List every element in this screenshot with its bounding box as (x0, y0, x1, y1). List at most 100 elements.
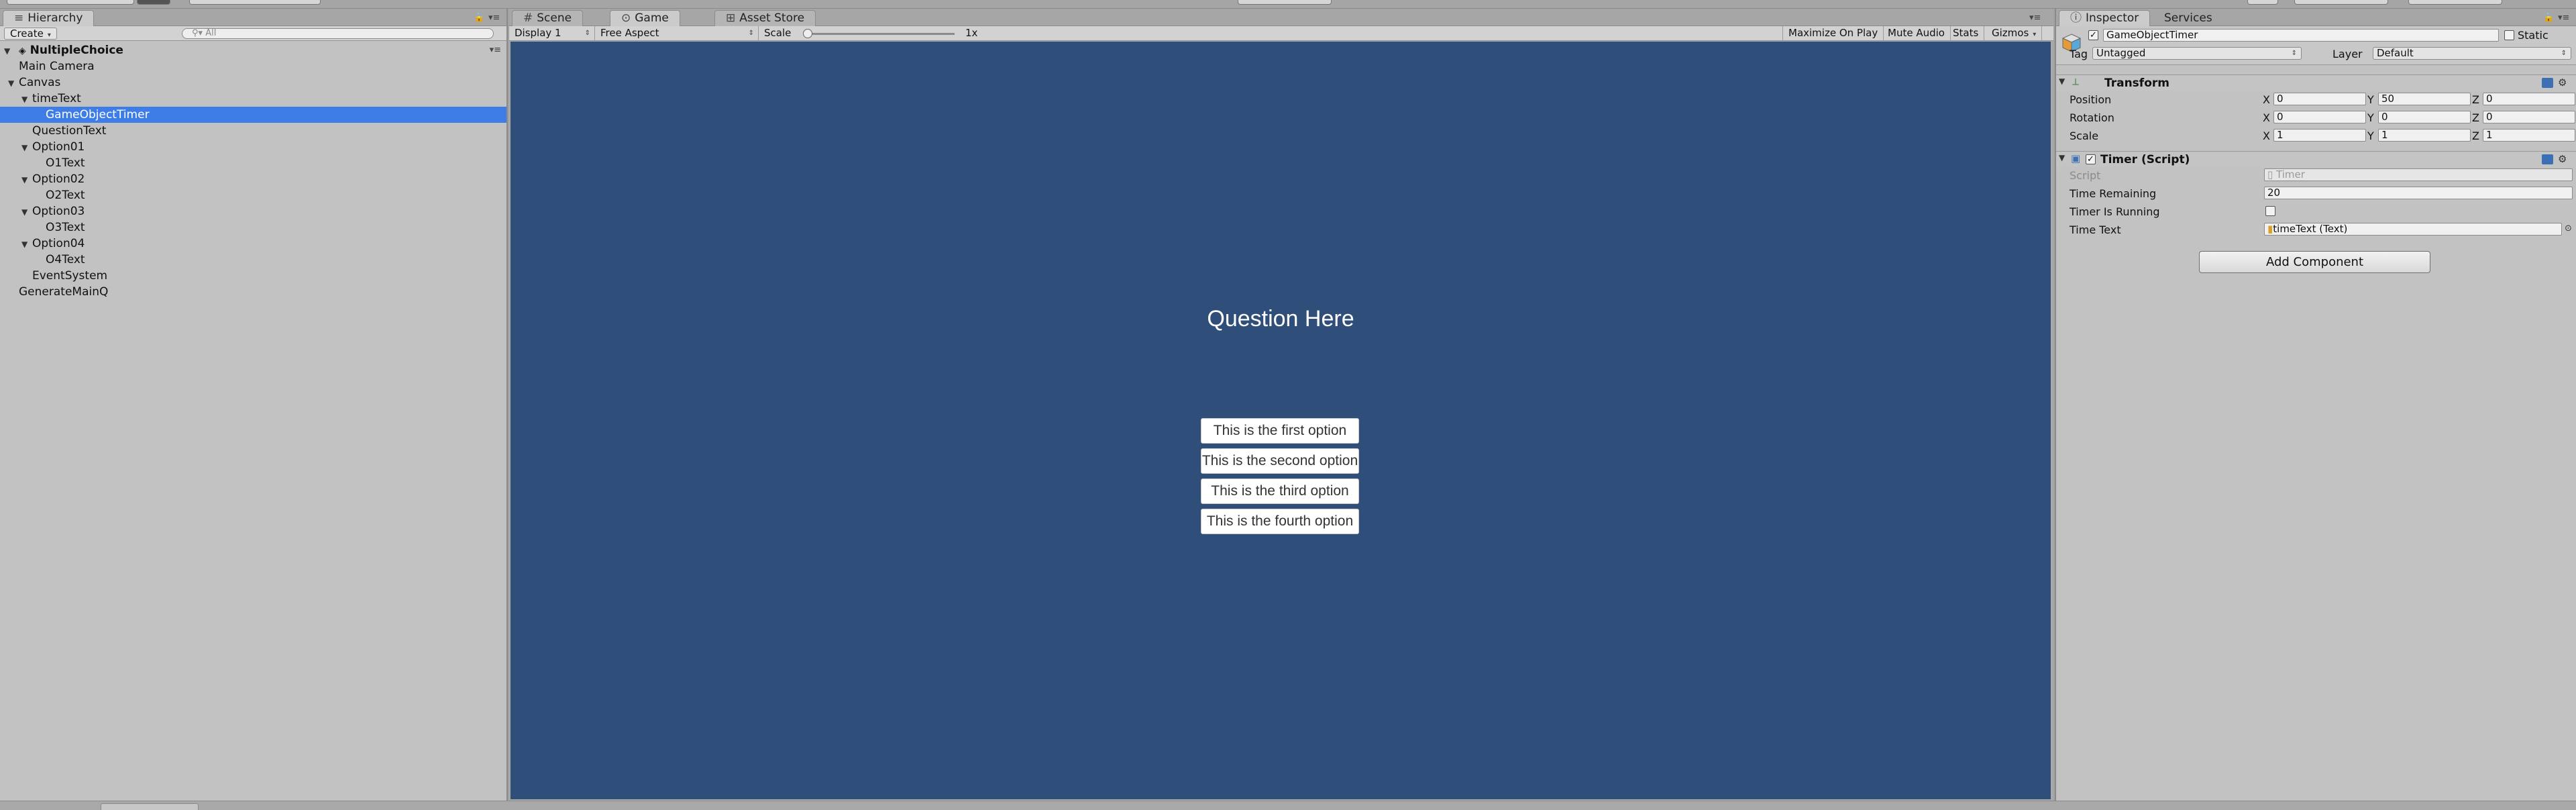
tab-game[interactable]: ⊙ Game (610, 10, 680, 26)
scene-menu-icon[interactable]: ▾≡ (490, 42, 501, 58)
transform-title: Transform (2104, 77, 2169, 90)
script-file-icon: ▯ (2267, 168, 2277, 181)
gear-icon[interactable]: ⚙ (2558, 153, 2567, 165)
transform-header[interactable]: ▼ ⟂ Transform ⚙ (2056, 74, 2576, 91)
expand-triangle-icon[interactable]: ▼ (21, 91, 32, 107)
expand-triangle-icon[interactable]: ▼ (8, 75, 19, 91)
top-play-controls-left[interactable] (7, 0, 134, 5)
hierarchy-item[interactable]: ▼ Option02 (0, 171, 506, 187)
hierarchy-item-label: Option01 (32, 140, 85, 154)
axis-x-label: X (2263, 130, 2270, 142)
gear-icon[interactable]: ⚙ (2558, 77, 2567, 89)
bottom-panel-tab[interactable] (101, 803, 199, 810)
hierarchy-item[interactable]: ▼ Option01 (0, 139, 506, 155)
game-viewport[interactable]: Question Here This is the first option T… (511, 42, 2051, 799)
panel-menu-icon[interactable]: ▾≡ (2029, 13, 2041, 23)
top-cloud-button[interactable] (2247, 0, 2278, 5)
scene-root-row[interactable]: ▼ ◈ NultipleChoice ▾≡ (0, 42, 506, 58)
transform-rotation-y-field[interactable]: 0 (2378, 111, 2471, 123)
hierarchy-panel: ≡ Hierarchy 🔒 ▾≡ Create ▾ ⚲▾ All ▼ ◈ Nulti… (0, 9, 508, 801)
game-panel: # Scene ⊙ Game ⊞ Asset Store ▾≡ Display 1 ⇕ … (509, 9, 2053, 801)
transform-scale-z-field[interactable]: 1 (2483, 129, 2575, 142)
tab-asset-store[interactable]: ⊞ Asset Store (714, 10, 816, 26)
hierarchy-item[interactable]: QuestionText (0, 123, 506, 139)
panel-menu-icon[interactable]: ▾≡ (2558, 13, 2569, 23)
expand-triangle-icon[interactable]: ▼ (21, 172, 32, 188)
timer-is-running-checkbox[interactable] (2265, 206, 2275, 216)
tab-scene[interactable]: # Scene (512, 10, 584, 26)
add-component-button[interactable]: Add Component (2199, 251, 2430, 273)
expand-triangle-icon[interactable]: ▼ (4, 43, 15, 59)
lock-icon[interactable]: 🔒 (2543, 13, 2554, 23)
hierarchy-item[interactable]: Main Camera (0, 58, 506, 74)
tab-hierarchy[interactable]: ≡ Hierarchy (3, 10, 95, 26)
time-text-object-field[interactable]: ▮timeText (Text) (2264, 223, 2562, 236)
help-book-icon[interactable] (2542, 78, 2553, 88)
tag-dropdown[interactable]: Untagged ⇕ (2092, 47, 2302, 60)
expand-triangle-icon[interactable]: ▼ (21, 204, 32, 220)
scale-slider-thumb[interactable] (803, 29, 812, 38)
hierarchy-item[interactable]: O3Text (0, 219, 506, 236)
static-checkbox[interactable] (2504, 30, 2514, 40)
play-pause-step-controls[interactable] (1238, 0, 1332, 5)
mute-audio-toggle[interactable]: Mute Audio (1882, 26, 1951, 41)
transform-position-x-field[interactable]: 0 (2273, 93, 2366, 105)
transform-position-z-field[interactable]: 0 (2483, 93, 2575, 105)
expand-triangle-icon[interactable]: ▼ (2059, 153, 2070, 162)
hierarchy-item[interactable]: ▼ Option04 (0, 236, 506, 252)
hierarchy-item[interactable]: EventSystem (0, 268, 506, 284)
gameobject-name-field[interactable]: GameObjectTimer (2103, 29, 2499, 42)
expand-triangle-icon[interactable]: ▼ (21, 236, 32, 252)
hierarchy-item[interactable]: ▼ timeText (0, 91, 506, 107)
timer-enabled-checkbox[interactable]: ✓ (2086, 154, 2096, 164)
timer-script-header[interactable]: ▼ ▣ ✓ Timer (Script) ⚙ (2056, 151, 2576, 167)
object-picker-icon[interactable]: ⊙ (2565, 223, 2572, 234)
hierarchy-item[interactable]: O1Text (0, 155, 506, 171)
top-tools-button[interactable] (189, 0, 321, 5)
gizmos-dropdown[interactable]: Gizmos ▾ (1986, 26, 2043, 41)
top-account-button[interactable] (137, 0, 170, 5)
tab-services[interactable]: Services (2153, 10, 2224, 26)
lock-icon[interactable]: 🔒 (474, 13, 484, 23)
gameobject-active-checkbox[interactable]: ✓ (2088, 30, 2098, 40)
scale-slider-track[interactable] (807, 33, 955, 35)
asset-store-icon: ⊞ (726, 11, 736, 25)
axis-y-label: Y (2367, 93, 2374, 106)
option-button-2[interactable]: This is the second option (1201, 448, 1359, 474)
hierarchy-item[interactable]: O2Text (0, 187, 506, 203)
option-button-4[interactable]: This is the fourth option (1201, 509, 1359, 534)
hierarchy-item-label: EventSystem (32, 269, 108, 283)
top-layout-dropdown[interactable] (2408, 0, 2502, 5)
hierarchy-item[interactable]: O4Text (0, 252, 506, 268)
hierarchy-item-label: O1Text (46, 156, 85, 170)
transform-rotation-z-field[interactable]: 0 (2483, 111, 2575, 123)
create-button[interactable]: Create ▾ (4, 28, 57, 40)
maximize-on-play-toggle[interactable]: Maximize On Play (1782, 26, 1884, 41)
dropdown-arrow-icon: ⇕ (584, 30, 590, 37)
hierarchy-item[interactable]: ▼ Option03 (0, 203, 506, 219)
aspect-dropdown[interactable]: Free Aspect ⇕ (595, 26, 759, 41)
transform-rotation-x-field[interactable]: 0 (2273, 111, 2366, 123)
hierarchy-item[interactable]: GenerateMainQ (0, 284, 506, 300)
hierarchy-item-label: QuestionText (32, 124, 107, 138)
layer-dropdown[interactable]: Default ⇕ (2373, 47, 2571, 60)
transform-scale-x-field[interactable]: 1 (2273, 129, 2366, 142)
time-remaining-field[interactable]: 20 (2264, 187, 2573, 199)
option-button-1[interactable]: This is the first option (1201, 418, 1359, 444)
hierarchy-search-input[interactable]: ⚲▾ All (182, 28, 494, 39)
help-book-icon[interactable] (2542, 154, 2553, 164)
display-dropdown[interactable]: Display 1 ⇕ (509, 26, 595, 41)
tab-inspector[interactable]: ⓘ Inspector (2059, 10, 2151, 26)
hierarchy-item[interactable]: GameObjectTimer (0, 107, 506, 123)
tag-label: Tag (2070, 48, 2088, 60)
hierarchy-item[interactable]: ▼ Canvas (0, 74, 506, 91)
panel-menu-icon[interactable]: ▾≡ (488, 13, 500, 23)
expand-triangle-icon[interactable]: ▼ (2059, 77, 2070, 86)
top-layers-dropdown[interactable] (2294, 0, 2388, 5)
expand-triangle-icon[interactable]: ▼ (21, 140, 32, 156)
stats-toggle[interactable]: Stats (1947, 26, 1985, 41)
hierarchy-item-label: O3Text (46, 221, 85, 234)
option-button-3[interactable]: This is the third option (1201, 478, 1359, 504)
transform-scale-y-field[interactable]: 1 (2378, 129, 2471, 142)
transform-position-y-field[interactable]: 50 (2378, 93, 2471, 105)
